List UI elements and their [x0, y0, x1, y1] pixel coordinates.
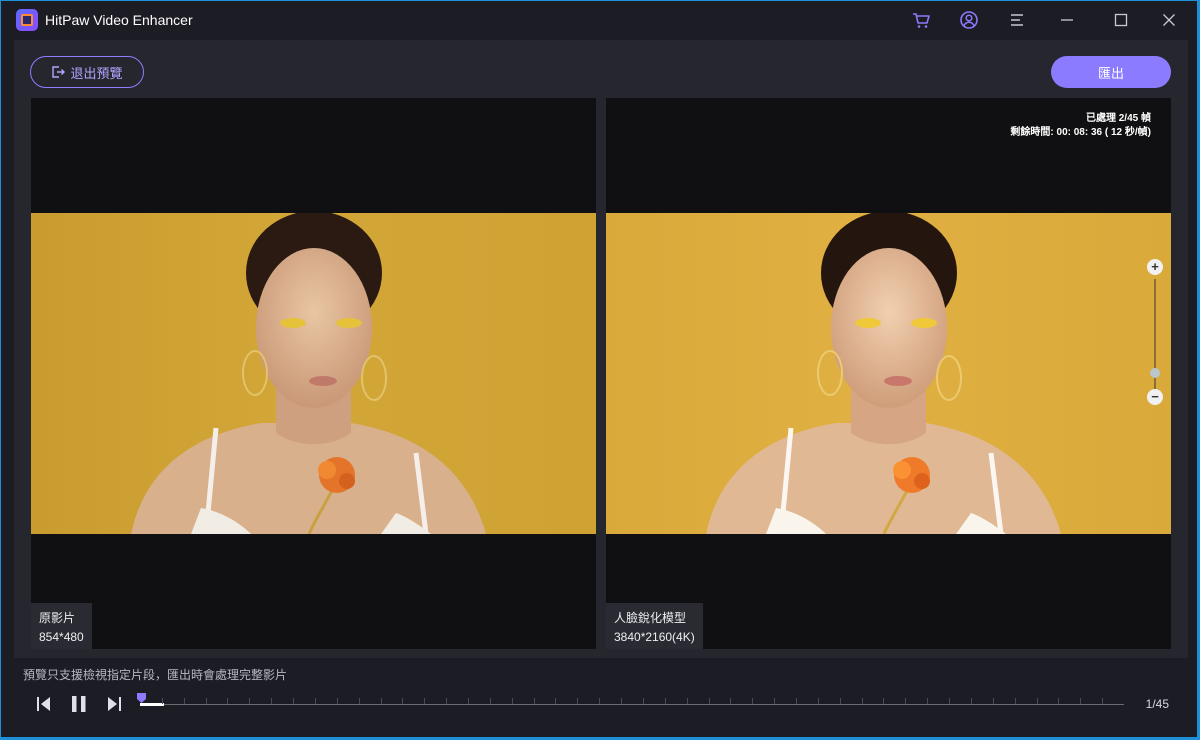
playback-bar: 預覽只支援檢視指定片段，匯出時會處理完整影片 1/45	[1, 658, 1197, 737]
timeline-tick	[577, 698, 578, 704]
title-bar: HitPaw Video Enhancer	[1, 1, 1197, 39]
exit-icon	[52, 66, 66, 78]
enhanced-video-panel: 已處理 2/45 幀 剩餘時間: 00: 08: 36 ( 12 秒/幀) 人臉…	[606, 98, 1171, 649]
original-video-info: 原影片 854*480	[31, 603, 92, 649]
timeline-tick	[315, 698, 316, 704]
timeline-tick	[381, 698, 382, 704]
timeline-tick	[905, 698, 906, 704]
timeline-tick	[993, 698, 994, 704]
account-icon[interactable]	[959, 10, 979, 30]
timeline-tick	[621, 698, 622, 704]
timeline-tick	[709, 698, 710, 704]
app-title: HitPaw Video Enhancer	[45, 12, 193, 28]
minimize-icon[interactable]	[1057, 10, 1077, 30]
timeline-tick	[534, 698, 535, 704]
timeline-progress	[140, 703, 164, 706]
app-logo-icon	[16, 9, 38, 31]
processed-frames: 已處理 2/45 幀	[1085, 113, 1151, 124]
timeline-tick	[249, 698, 250, 704]
close-icon[interactable]	[1159, 10, 1179, 30]
timeline-tick	[599, 698, 600, 704]
timeline-tick	[555, 698, 556, 704]
timeline-tick	[752, 698, 753, 704]
timeline-tick	[512, 698, 513, 704]
original-video-name: 原影片	[39, 611, 76, 625]
export-button[interactable]: 匯出	[1051, 56, 1171, 88]
cart-icon[interactable]	[911, 10, 931, 30]
timeline-tick	[971, 698, 972, 704]
timeline-tick	[665, 698, 666, 704]
timeline-tick	[446, 698, 447, 704]
timeline-tick	[883, 698, 884, 704]
timeline-tick	[643, 698, 644, 704]
timeline-tick	[162, 698, 163, 704]
original-video-panel: 原影片 854*480	[31, 98, 596, 649]
timeline-track	[140, 704, 1124, 705]
original-video-frame	[31, 213, 596, 534]
remaining-time: 剩餘時間: 00: 08: 36 ( 12 秒/幀)	[1010, 127, 1151, 138]
timeline-scrubber[interactable]	[137, 693, 1124, 714]
timeline-tick	[927, 698, 928, 704]
timeline-tick	[402, 698, 403, 704]
zoom-out-button[interactable]: −	[1147, 389, 1163, 405]
zoom-control: + −	[1147, 259, 1163, 409]
timeline-tick	[687, 698, 688, 704]
timeline-tick	[818, 698, 819, 704]
timeline-tick	[227, 698, 228, 704]
processing-status: 已處理 2/45 幀 剩餘時間: 00: 08: 36 ( 12 秒/幀)	[1010, 112, 1151, 140]
zoom-slider-handle[interactable]	[1150, 368, 1160, 378]
original-video-resolution: 854*480	[39, 630, 84, 644]
preview-area: 退出預覽 匯出 原影片 854*480 已處理 2/45 幀 剩餘時間: 00:…	[14, 40, 1188, 658]
timeline-tick	[1102, 698, 1103, 704]
maximize-icon[interactable]	[1111, 10, 1131, 30]
timeline-tick	[1015, 698, 1016, 704]
timeline-tick	[337, 698, 338, 704]
exit-preview-button[interactable]: 退出預覽	[30, 56, 144, 88]
app-window: HitPaw Video Enhancer 退出預覽 匯出 原影片 854*48…	[1, 1, 1197, 737]
timeline-tick	[184, 698, 185, 704]
exit-preview-label: 退出預覽	[70, 65, 123, 81]
timeline-tick	[206, 698, 207, 704]
timeline-tick	[490, 698, 491, 704]
timeline-tick	[468, 698, 469, 704]
playhead[interactable]	[137, 693, 146, 703]
timeline-tick	[862, 698, 863, 704]
pause-button[interactable]	[69, 695, 89, 713]
frame-counter: 1/45	[1145, 697, 1169, 711]
next-frame-button[interactable]	[104, 695, 124, 713]
preview-hint: 預覽只支援檢視指定片段，匯出時會處理完整影片	[23, 668, 288, 682]
timeline-tick	[271, 698, 272, 704]
zoom-in-button[interactable]: +	[1147, 259, 1163, 275]
previous-frame-button[interactable]	[34, 695, 54, 713]
enhanced-video-info: 人臉銳化模型 3840*2160(4K)	[606, 603, 703, 649]
timeline-tick	[1058, 698, 1059, 704]
timeline-tick	[1080, 698, 1081, 704]
timeline-tick	[796, 698, 797, 704]
timeline-tick	[424, 698, 425, 704]
timeline-tick	[293, 698, 294, 704]
timeline-tick	[730, 698, 731, 704]
timeline-tick	[1037, 698, 1038, 704]
timeline-tick	[949, 698, 950, 704]
timeline-tick	[840, 698, 841, 704]
menu-icon[interactable]	[1007, 10, 1027, 30]
timeline-tick	[774, 698, 775, 704]
enhanced-video-frame	[606, 213, 1171, 534]
enhanced-video-resolution: 3840*2160(4K)	[614, 630, 695, 644]
ai-model-name: 人臉銳化模型	[614, 611, 687, 625]
timeline-tick	[359, 698, 360, 704]
